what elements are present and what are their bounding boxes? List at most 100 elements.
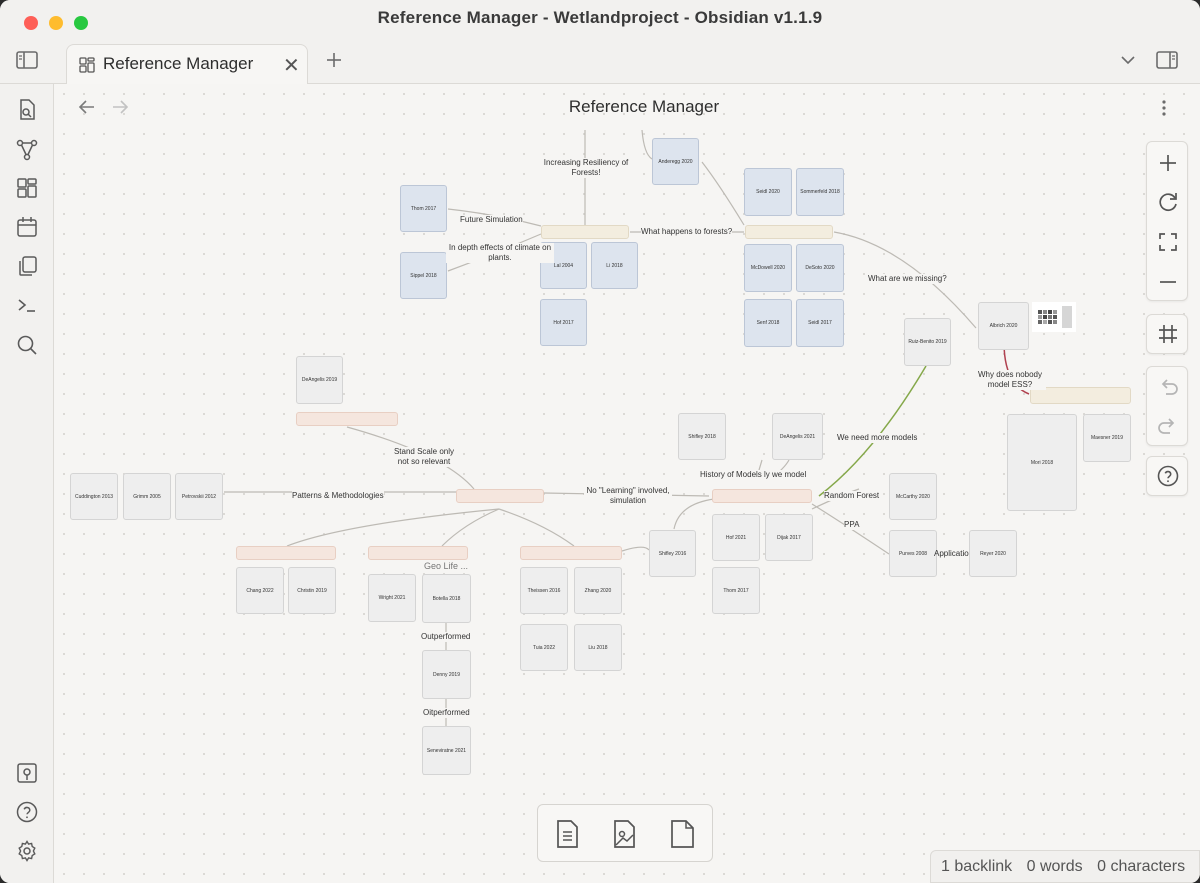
- card[interactable]: Christin 2019: [288, 567, 336, 614]
- title-bar: Reference Manager - Wetlandproject - Obs…: [0, 0, 1200, 38]
- card[interactable]: Mori 2018: [1007, 414, 1077, 511]
- undo-icon[interactable]: [1155, 374, 1181, 400]
- edge-label: What are we missing?: [868, 274, 947, 284]
- copy-pages-icon[interactable]: [15, 254, 39, 278]
- group-header[interactable]: [520, 546, 622, 560]
- card[interactable]: Li 2018: [591, 242, 638, 289]
- add-text-card-icon[interactable]: [550, 817, 584, 851]
- card[interactable]: Reyer 2020: [969, 530, 1017, 577]
- edge-label: Outperformed: [421, 632, 471, 642]
- help-icon[interactable]: [15, 800, 39, 824]
- card[interactable]: Maesner 2019: [1083, 414, 1131, 462]
- card[interactable]: Theissen 2016: [520, 567, 568, 614]
- card[interactable]: Cuddington 2013: [70, 473, 118, 520]
- card[interactable]: Anderegg 2020: [652, 138, 699, 185]
- card[interactable]: DeAngelis 2019: [296, 356, 343, 404]
- card[interactable]: Tuia 2022: [520, 624, 568, 671]
- card[interactable]: Albrich 2020: [978, 302, 1029, 350]
- help-icon[interactable]: [1155, 463, 1181, 489]
- card[interactable]: McDowell 2020: [744, 244, 792, 292]
- word-count: 0 words: [1026, 858, 1083, 875]
- quick-switcher-icon[interactable]: [15, 98, 39, 122]
- canvas-icon[interactable]: [15, 176, 39, 200]
- window-title: Reference Manager - Wetlandproject - Obs…: [377, 8, 823, 27]
- edge-label: History of Models ⁠ly we model: [700, 470, 807, 480]
- card-creation-toolbar: [537, 804, 713, 862]
- card[interactable]: Zhang 2020: [574, 567, 622, 614]
- add-note-from-vault-icon[interactable]: [607, 817, 641, 851]
- edge-label: Patterns & Methodologies: [292, 491, 384, 501]
- card[interactable]: Sippel 2018: [400, 252, 447, 299]
- edge-label: Oitperformed: [423, 708, 470, 718]
- group-header[interactable]: [236, 546, 336, 560]
- group-header[interactable]: [456, 489, 544, 503]
- edge-label: What happens to forests?: [641, 227, 733, 237]
- group-header[interactable]: [368, 546, 468, 560]
- left-ribbon: [0, 84, 54, 883]
- new-tab-icon[interactable]: [325, 51, 343, 69]
- calendar-icon[interactable]: [15, 215, 39, 239]
- edge-label: Random Forest: [824, 491, 880, 501]
- obsidian-window: Reference Manager - Wetlandproject - Obs…: [0, 0, 1200, 883]
- snap-grid-control: [1146, 314, 1188, 354]
- backlink-count[interactable]: 1 backlink: [941, 858, 1012, 875]
- card[interactable]: DeSoto 2020: [796, 244, 844, 292]
- edge-label: Applicatio: [934, 549, 969, 558]
- search-icon[interactable]: [15, 333, 39, 357]
- toggle-right-sidebar-icon[interactable]: [1156, 51, 1178, 69]
- character-count: 0 characters: [1097, 858, 1186, 875]
- card[interactable]: Hof 2021: [712, 514, 760, 561]
- zoom-to-fit-icon[interactable]: [1155, 229, 1181, 255]
- card[interactable]: Senf 2018: [744, 299, 792, 347]
- card[interactable]: Sommerfeld 2018: [796, 168, 844, 216]
- reset-zoom-icon[interactable]: [1155, 189, 1181, 215]
- card[interactable]: Purves 2008: [889, 530, 937, 577]
- edge-label: Why does nobody model ESS?: [974, 370, 1046, 390]
- tab-list-chevron-down-icon[interactable]: [1120, 54, 1136, 66]
- card[interactable]: DeAngelis 2021: [772, 413, 823, 460]
- card[interactable]: Hof 2017: [540, 299, 587, 346]
- edge-label: We need more models: [837, 433, 918, 443]
- card[interactable]: Seidl 2017: [796, 299, 844, 347]
- edge-label: Geo Life ...: [424, 561, 469, 571]
- card[interactable]: Liu 2018: [574, 624, 622, 671]
- card[interactable]: Seidl 2020: [744, 168, 792, 216]
- terminal-icon[interactable]: [15, 293, 39, 317]
- close-tab-icon[interactable]: ✕: [283, 53, 300, 78]
- group-header[interactable]: [745, 225, 833, 239]
- redo-icon[interactable]: [1155, 413, 1181, 439]
- card[interactable]: McCarthy 2020: [889, 473, 937, 520]
- embedded-image-thumbnail[interactable]: [1032, 302, 1076, 332]
- card[interactable]: Wright 2021: [368, 574, 416, 622]
- settings-gear-icon[interactable]: [15, 839, 39, 863]
- card[interactable]: Chang 2022: [236, 567, 284, 614]
- tab-reference-manager[interactable]: Reference Manager ✕: [66, 44, 308, 85]
- grid-hash-icon[interactable]: [1155, 321, 1181, 347]
- card[interactable]: Seneviratne 2021: [422, 726, 471, 775]
- card[interactable]: Ruiz-Benito 2019: [904, 318, 951, 366]
- group-header[interactable]: [296, 412, 398, 426]
- graph-view-icon[interactable]: [15, 138, 39, 162]
- group-header[interactable]: [712, 489, 812, 503]
- card[interactable]: Grimm 2005: [123, 473, 171, 520]
- card[interactable]: Shifley 2018: [678, 413, 726, 460]
- edge-label: Increasing Resiliency of Forests!: [542, 158, 630, 178]
- group-header[interactable]: [541, 225, 629, 239]
- canvas-help-control: [1146, 456, 1188, 496]
- canvas-view[interactable]: Reference Manager Anderegg 2020 Thom 201…: [54, 84, 1200, 883]
- add-media-card-icon[interactable]: [665, 817, 699, 851]
- card[interactable]: Petrovskii 2012: [175, 473, 223, 520]
- card[interactable]: Denny 2019: [422, 650, 471, 699]
- status-bar: 1 backlink 0 words 0 characters: [930, 850, 1200, 883]
- card[interactable]: Thom 2017: [400, 185, 447, 232]
- vault-switcher-icon[interactable]: [15, 761, 39, 785]
- card[interactable]: Botella 2018: [422, 574, 471, 623]
- card[interactable]: Dijak 2017: [765, 514, 813, 561]
- edge-label: PPA: [844, 520, 860, 530]
- zoom-in-icon[interactable]: [1155, 150, 1181, 176]
- card[interactable]: Thom 2017: [712, 567, 760, 614]
- edge-label: Stand Scale only not so relevant: [390, 447, 458, 467]
- toggle-left-sidebar-icon[interactable]: [16, 51, 38, 69]
- zoom-out-icon[interactable]: [1155, 269, 1181, 295]
- card[interactable]: Shifley 2016: [649, 530, 696, 577]
